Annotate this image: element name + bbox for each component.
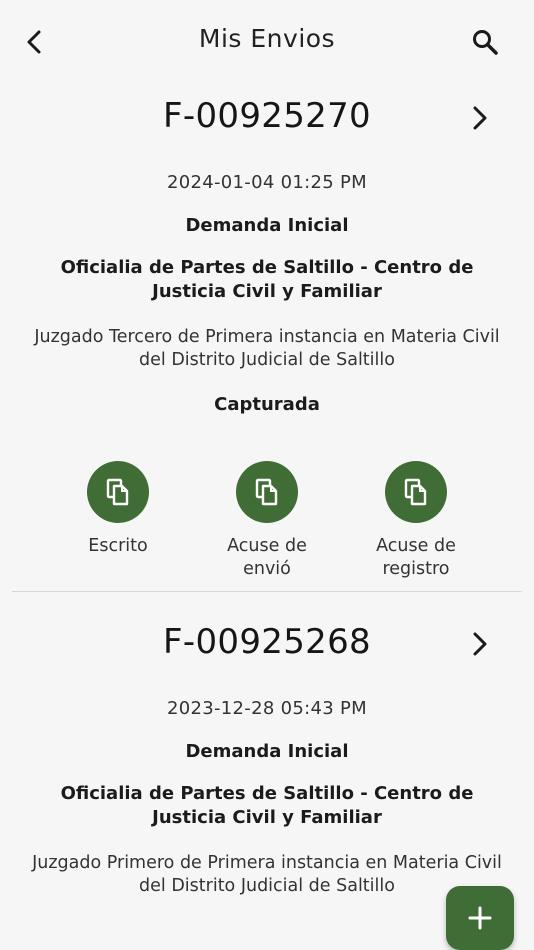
escrito-label: Escrito <box>88 536 148 556</box>
new-envio-fab[interactable] <box>446 886 514 950</box>
envio-court: Juzgado Tercero de Primera instancia en … <box>34 327 500 370</box>
open-detail-button[interactable] <box>466 630 494 658</box>
chevron-right-icon <box>473 106 487 130</box>
card-divider <box>12 591 522 592</box>
folio-row[interactable]: F-00925270 <box>0 84 534 150</box>
folio-number: F-00925270 <box>163 96 371 136</box>
envio-card: F-00925268 2023-12-28 05:43 PM Demanda I… <box>0 610 534 898</box>
envio-date: 2023-12-28 05:43 PM <box>166 698 367 719</box>
envio-kind: Demanda Inicial <box>185 215 349 236</box>
acuse-envio-action[interactable]: Acuse de envió <box>202 461 332 581</box>
app-screen: Mis Envios F-00925270 2024-01-04 01:25 P… <box>0 0 534 950</box>
search-button[interactable] <box>468 25 502 59</box>
envio-office: Oficialia de Partes de Saltillo - Centro… <box>60 257 474 302</box>
envio-kind: Demanda Inicial <box>185 741 349 762</box>
envios-list: F-00925270 2024-01-04 01:25 PM Demanda I… <box>0 84 534 898</box>
copy-document-icon <box>106 478 129 506</box>
document-actions: Escrito Acuse de envió Acuse de registro <box>0 437 534 579</box>
envio-card: F-00925270 2024-01-04 01:25 PM Demanda I… <box>0 84 534 592</box>
envio-date: 2024-01-04 01:25 PM <box>166 172 367 193</box>
escrito-action[interactable]: Escrito <box>53 461 183 558</box>
acuse-registro-button[interactable] <box>385 461 447 523</box>
page-title: Mis Envios <box>198 24 336 53</box>
top-app-bar: Mis Envios <box>0 0 534 84</box>
open-detail-button[interactable] <box>466 104 494 132</box>
envio-status: Capturada <box>214 394 320 415</box>
folio-number: F-00925268 <box>163 622 371 662</box>
envio-office: Oficialia de Partes de Saltillo - Centro… <box>60 783 474 828</box>
copy-document-icon <box>255 478 278 506</box>
folio-row[interactable]: F-00925268 <box>0 610 534 676</box>
search-icon <box>473 30 498 55</box>
acuse-registro-label: Acuse de registro <box>376 536 456 579</box>
escrito-button[interactable] <box>87 461 149 523</box>
copy-document-icon <box>404 478 427 506</box>
chevron-right-icon <box>473 632 487 656</box>
plus-icon <box>468 906 492 930</box>
envio-court: Juzgado Primero de Primera instancia en … <box>32 853 502 896</box>
acuse-envio-label: Acuse de envió <box>227 536 307 579</box>
acuse-registro-action[interactable]: Acuse de registro <box>351 461 481 581</box>
acuse-envio-button[interactable] <box>236 461 298 523</box>
